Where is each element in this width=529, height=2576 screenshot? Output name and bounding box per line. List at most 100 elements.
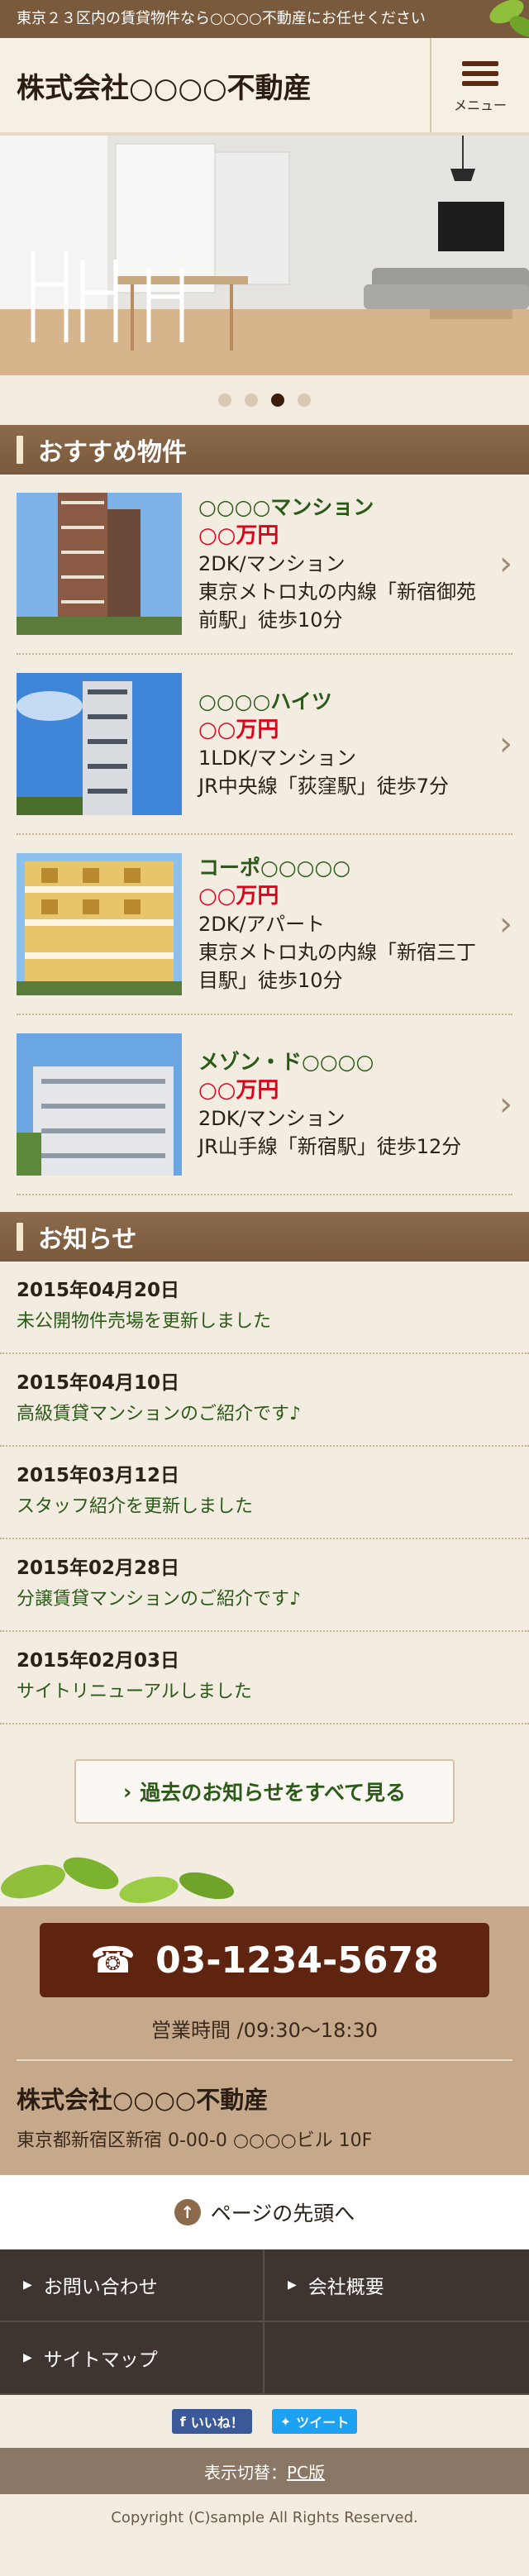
property-item[interactable]: コーポ○○○○○ ○○万円 2DK/アパート 東京メトロ丸の内線「新宿三丁目駅」… <box>17 835 512 1015</box>
property-photo <box>17 1033 182 1176</box>
facebook-like-label: いいね！ <box>190 2415 244 2431</box>
view-switcher-label: 表示切替： <box>203 2462 287 2483</box>
news-item[interactable]: 2015年04月20日 未公開物件売場を更新しました <box>0 1262 529 1354</box>
property-type: 2DK/マンション <box>198 552 346 575</box>
chevron-right-icon: › <box>499 545 512 583</box>
footer-nav-about[interactable]: ▶ 会社概要 <box>264 2249 529 2322</box>
news-list: 2015年04月20日 未公開物件売場を更新しました 2015年04月10日 高… <box>0 1262 529 1724</box>
leaf-decoration <box>0 1840 529 1906</box>
news-date: 2015年02月28日 <box>17 1558 180 1579</box>
news-item[interactable]: 2015年04月10日 高級賃貸マンションのご紹介です♪ <box>0 1354 529 1447</box>
hero-slider-image[interactable] <box>0 136 529 375</box>
triangle-right-icon: ▶ <box>288 2278 297 2292</box>
phone-button[interactable]: ☎ 03-1234-5678 <box>40 1923 489 1997</box>
property-photo <box>17 673 182 815</box>
news-title-link[interactable]: 未公開物件売場を更新しました <box>17 1306 512 1338</box>
property-name: ○○○○ハイツ <box>198 689 332 713</box>
slider-pagination <box>0 375 529 425</box>
property-price: ○○万円 <box>198 523 279 548</box>
property-name: ○○○○マンション <box>198 495 374 519</box>
page-top-label: ページの先頭へ <box>210 2202 355 2225</box>
chevron-right-icon: › <box>499 1085 512 1123</box>
news-heading-text: お知らせ <box>38 1225 137 1254</box>
more-news-button[interactable]: › 過去のお知らせをすべて見る <box>74 1759 455 1824</box>
copyright: Copyright (C)sample All Rights Reserved. <box>0 2494 529 2540</box>
chevron-right-icon: › <box>122 1779 132 1804</box>
twitter-icon: ✦ <box>279 2413 292 2430</box>
triangle-right-icon: ▶ <box>23 2351 32 2364</box>
triangle-right-icon: ▶ <box>23 2278 32 2292</box>
business-hours: 営業時間 /09:30～18:30 <box>17 2014 512 2061</box>
property-photo <box>17 493 182 635</box>
news-date: 2015年04月20日 <box>17 1280 180 1301</box>
living-room-illustration <box>0 136 529 375</box>
chevron-right-icon: › <box>499 905 512 943</box>
view-switcher: 表示切替： PC版 <box>0 2448 529 2494</box>
property-access: JR中央線「荻窪駅」徒歩7分 <box>198 775 450 798</box>
footer-nav-about-label: 会社概要 <box>307 2277 384 2298</box>
slider-dot-3[interactable] <box>271 394 284 407</box>
news-title-link[interactable]: スタッフ紹介を更新しました <box>17 1491 512 1523</box>
leaves-icon <box>1 1857 235 1904</box>
property-price: ○○万円 <box>198 884 279 909</box>
more-news-wrap: › 過去のお知らせをすべて見る <box>0 1724 529 1840</box>
news-item[interactable]: 2015年02月03日 サイトリニューアルしました <box>0 1632 529 1724</box>
news-item[interactable]: 2015年02月28日 分譲賃貸マンションのご紹介です♪ <box>0 1539 529 1632</box>
slider-dot-2[interactable] <box>245 394 258 407</box>
property-name: メゾン・ド○○○○ <box>198 1050 374 1074</box>
slider-dot-4[interactable] <box>298 394 311 407</box>
property-type: 2DK/マンション <box>198 1107 346 1130</box>
phone-icon: ☎ <box>90 1939 136 1982</box>
site-header: 株式会社○○○○不動産 メニュー <box>0 38 529 136</box>
property-list: ○○○○マンション ○○万円 2DK/マンション 東京メトロ丸の内線「新宿御苑前… <box>0 475 529 1195</box>
property-type: 1LDK/マンション <box>198 747 356 770</box>
more-news-label: 過去のお知らせをすべて見る <box>140 1781 407 1805</box>
menu-button[interactable]: メニュー <box>430 38 529 132</box>
property-price: ○○万円 <box>198 1078 279 1103</box>
tweet-label: ツイート <box>296 2415 350 2431</box>
news-date: 2015年04月10日 <box>17 1372 180 1394</box>
news-title-link[interactable]: 高級賃貸マンションのご紹介です♪ <box>17 1399 512 1430</box>
news-heading: お知らせ <box>0 1212 529 1262</box>
news-item[interactable]: 2015年03月12日 スタッフ紹介を更新しました <box>0 1447 529 1539</box>
recommended-heading-text: おすすめ物件 <box>38 438 187 467</box>
page-top-button[interactable]: ↑ ページの先頭へ <box>0 2175 529 2249</box>
social-buttons: f いいね！ ✦ ツイート <box>0 2395 529 2448</box>
slider-dot-1[interactable] <box>218 394 231 407</box>
arrow-up-icon: ↑ <box>174 2199 201 2225</box>
footer-nav-contact[interactable]: ▶ お問い合わせ <box>0 2249 264 2322</box>
news-date: 2015年03月12日 <box>17 1465 180 1486</box>
menu-label: メニュー <box>453 98 507 113</box>
property-access: JR山手線「新宿駅」徒歩12分 <box>198 1135 462 1158</box>
chevron-right-icon: › <box>499 725 512 763</box>
property-access: 東京メトロ丸の内線「新宿御苑前駅」徒歩10分 <box>198 580 476 632</box>
news-title-link[interactable]: 分譲賃貸マンションのご紹介です♪ <box>17 1584 512 1615</box>
property-item[interactable]: ○○○○ハイツ ○○万円 1LDK/マンション JR中央線「荻窪駅」徒歩7分 › <box>17 655 512 835</box>
footer-nav-sitemap-label: サイトマップ <box>43 2349 158 2371</box>
property-name: コーポ○○○○○ <box>198 856 351 880</box>
property-type: 2DK/アパート <box>198 913 326 936</box>
news-date: 2015年02月03日 <box>17 1650 180 1672</box>
facebook-icon: f <box>179 2413 186 2430</box>
pc-view-link[interactable]: PC版 <box>287 2459 325 2483</box>
phone-number: 03-1234-5678 <box>155 1939 439 1982</box>
site-logo[interactable]: 株式会社○○○○不動産 <box>0 65 430 106</box>
footer-nav-sitemap[interactable]: ▶ サイトマップ <box>0 2322 264 2395</box>
footer-company-name: 株式会社○○○○不動産 <box>17 2086 269 2114</box>
property-item[interactable]: メゾン・ド○○○○ ○○万円 2DK/マンション JR山手線「新宿駅」徒歩12分… <box>17 1015 512 1195</box>
footer-nav-contact-label: お問い合わせ <box>43 2277 158 2298</box>
facebook-like-button[interactable]: f いいね！ <box>171 2409 252 2434</box>
footer-nav-empty <box>264 2322 529 2395</box>
footer-address: 東京都新宿区新宿 0-00-0 ○○○○ビル 10F <box>17 2130 373 2151</box>
property-item[interactable]: ○○○○マンション ○○万円 2DK/マンション 東京メトロ丸の内線「新宿御苑前… <box>17 475 512 655</box>
top-bar: 東京２３区内の賃貸物件なら○○○○不動産にお任せください <box>0 0 529 38</box>
tweet-button[interactable]: ✦ ツイート <box>271 2409 358 2434</box>
hamburger-icon <box>462 56 498 91</box>
recommended-heading: おすすめ物件 <box>0 425 529 475</box>
leaf-decoration-icon <box>489 0 529 37</box>
property-access: 東京メトロ丸の内線「新宿三丁目駅」徒歩10分 <box>198 941 476 992</box>
contact-section: ☎ 03-1234-5678 営業時間 /09:30～18:30 株式会社○○○… <box>0 1906 529 2175</box>
top-bar-text: 東京２３区内の賃貸物件なら○○○○不動産にお任せください <box>17 10 426 27</box>
footer-nav: ▶ お問い合わせ ▶ 会社概要 ▶ サイトマップ <box>0 2249 529 2395</box>
news-title-link[interactable]: サイトリニューアルしました <box>17 1677 512 1708</box>
